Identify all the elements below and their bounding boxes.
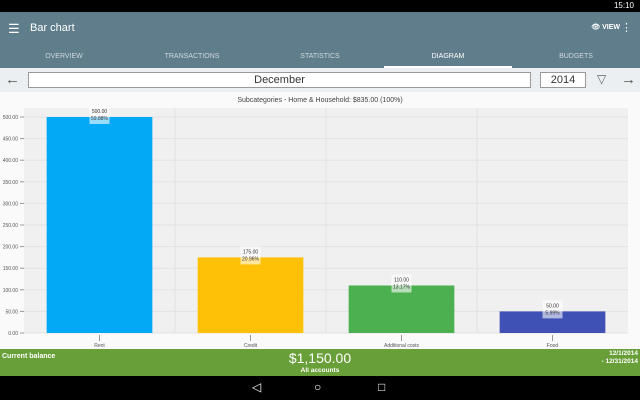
system-nav-bar: ◁ ○ □ bbox=[0, 376, 640, 400]
tab-overview[interactable]: OVERVIEW bbox=[0, 45, 128, 68]
data-label-percent: 20.96% bbox=[242, 256, 260, 262]
tab-bar: OVERVIEW TRANSACTIONS STATISTICS DIAGRAM… bbox=[0, 45, 640, 68]
home-icon[interactable]: ○ bbox=[314, 380, 321, 394]
bar-additional-costs bbox=[348, 285, 455, 333]
y-tick-label: 350.00 bbox=[3, 180, 19, 186]
data-label-percent: 13.17% bbox=[393, 284, 411, 290]
tab-transactions[interactable]: TRANSACTIONS bbox=[128, 45, 256, 68]
page-title: Bar chart bbox=[30, 22, 75, 34]
period-navigator: ← December 2014 ▽ → bbox=[0, 68, 640, 92]
bar-rent bbox=[46, 117, 153, 333]
clock: 15:10 bbox=[613, 1, 634, 10]
eye-icon: 👁 bbox=[591, 24, 603, 31]
view-label: VIEW bbox=[602, 24, 620, 31]
data-label-percent: 59.88% bbox=[91, 116, 109, 122]
view-button[interactable]: 👁 VIEW bbox=[591, 23, 620, 31]
date-from: 12/1/2014 bbox=[609, 350, 638, 357]
back-icon[interactable]: ◁ bbox=[252, 380, 261, 394]
arrow-left-icon[interactable]: ← bbox=[5, 71, 20, 88]
month-selector[interactable]: December bbox=[28, 72, 531, 88]
bar-credit bbox=[197, 257, 304, 333]
filter-icon[interactable]: ▽ bbox=[597, 72, 606, 86]
year-selector[interactable]: 2014 bbox=[540, 72, 586, 88]
more-options-icon[interactable]: ⋮ bbox=[621, 21, 632, 34]
y-tick-label: 300.00 bbox=[3, 201, 19, 207]
y-tick-label: 450.00 bbox=[3, 137, 19, 143]
tab-statistics[interactable]: STATISTICS bbox=[256, 45, 384, 68]
data-label-value: 50.00 bbox=[546, 303, 559, 309]
data-label-percent: 5.99% bbox=[545, 310, 560, 316]
y-tick-label: 0.00 bbox=[8, 331, 18, 337]
y-tick-label: 100.00 bbox=[3, 288, 19, 294]
bar-chart: Subcategories - Home & Household: $835.0… bbox=[0, 92, 640, 349]
y-tick-label: 150.00 bbox=[3, 266, 19, 272]
accounts-label[interactable]: All accounts bbox=[0, 367, 640, 374]
arrow-right-icon[interactable]: → bbox=[621, 71, 636, 88]
y-tick-label: 400.00 bbox=[3, 158, 19, 164]
date-to: - 12/31/2014 bbox=[601, 358, 638, 365]
balance-bar: Current balance $1,150.00 All accounts 1… bbox=[0, 349, 640, 376]
data-label-value: 110.00 bbox=[394, 277, 409, 283]
chart-title: Subcategories - Home & Household: $835.0… bbox=[237, 97, 402, 104]
toolbar: ☰ Bar chart 👁 VIEW ⋮ bbox=[0, 12, 640, 45]
balance-amount: $1,150.00 bbox=[288, 350, 352, 366]
data-label-value: 175.00 bbox=[243, 249, 259, 255]
recents-icon[interactable]: □ bbox=[378, 380, 385, 394]
y-tick-label: 200.00 bbox=[3, 245, 19, 251]
tab-budgets[interactable]: BUDGETS bbox=[512, 45, 640, 68]
status-bar: 15:10 bbox=[0, 0, 640, 12]
tab-diagram[interactable]: DIAGRAM bbox=[384, 45, 512, 68]
y-tick-label: 500.00 bbox=[3, 115, 19, 121]
data-label-value: 500.00 bbox=[92, 109, 108, 115]
y-tick-label: 250.00 bbox=[3, 223, 19, 229]
y-tick-label: 50.00 bbox=[5, 309, 18, 315]
menu-icon[interactable]: ☰ bbox=[8, 21, 20, 37]
